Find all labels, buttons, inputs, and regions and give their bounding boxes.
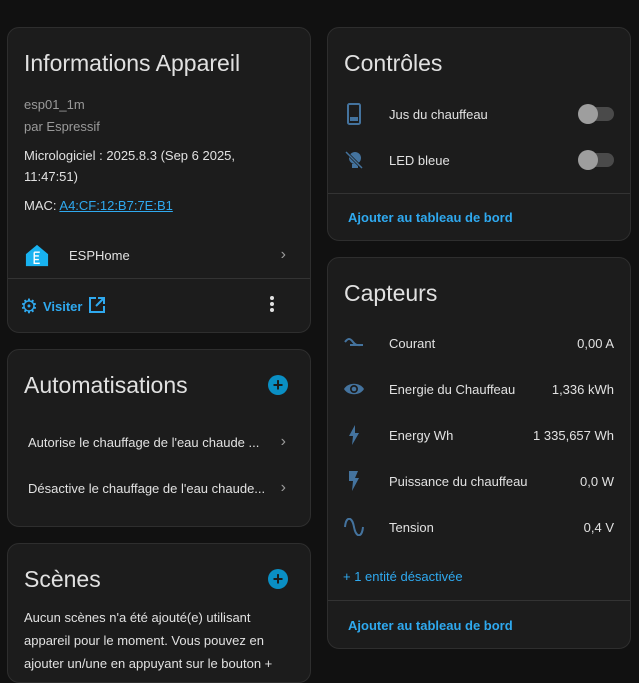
sensor-value: 0,4 V [583, 519, 614, 535]
sensors-card: Capteurs Courant 0,00 A Energie du Chauf… [327, 257, 631, 649]
toggle-switch[interactable] [578, 104, 614, 124]
divider [8, 278, 310, 279]
add-to-dashboard-button[interactable]: Ajouter au tableau de bord [348, 618, 513, 633]
sensor-value: 0,0 W [580, 473, 614, 489]
card-title: Informations Appareil [24, 50, 241, 76]
mac-row: MAC: A4:CF:12:B7:7E:B1 [24, 198, 173, 213]
sensor-row[interactable]: Puissance du chauffeau 0,0 W [328, 461, 630, 501]
sensor-label: Energie du Chauffeau [389, 381, 516, 397]
esphome-icon [25, 243, 49, 267]
integration-label: ESPHome [69, 247, 130, 263]
flash-icon [342, 469, 366, 493]
control-label: LED bleue [389, 152, 450, 168]
sensor-label: Energy Wh [389, 427, 454, 443]
card-title: Capteurs [344, 280, 438, 306]
add-scene-button[interactable]: + [268, 569, 288, 589]
more-options-icon[interactable] [270, 296, 274, 312]
mac-link[interactable]: A4:CF:12:B7:7E:B1 [59, 198, 172, 213]
automation-label: Désactive le chauffage de l'eau chaude..… [28, 480, 266, 496]
firmware-line1: Micrologiciel : 2025.8.3 (Sep 6 2025, [24, 148, 236, 163]
sine-wave-icon [342, 515, 366, 539]
control-label: Jus du chauffeau [389, 106, 488, 122]
mac-label: MAC: [24, 198, 57, 213]
eye-icon [342, 377, 366, 401]
chevron-right-icon: › [280, 479, 286, 496]
card-title: Contrôles [344, 50, 443, 76]
visit-label: Visiter [42, 299, 83, 314]
sensor-label: Courant [389, 335, 436, 351]
divider [328, 600, 630, 601]
device-model: esp01_1m [24, 97, 85, 112]
disabled-entities-link[interactable]: + 1 entité désactivée [343, 569, 463, 584]
sensor-row[interactable]: Tension 0,4 V [328, 507, 630, 547]
device-manufacturer: par Espressif [24, 119, 100, 134]
automation-label: Autorise le chauffage de l'eau chaude ..… [28, 434, 260, 450]
scenes-empty-text: Aucun scènes n'a été ajouté(e) utilisant… [24, 610, 273, 671]
scenes-card: Scènes + Aucun scènes n'a été ajouté(e) … [7, 543, 311, 683]
sensor-row[interactable]: Energy Wh 1 335,657 Wh [328, 415, 630, 455]
sensor-row[interactable]: Energie du Chauffeau 1,336 kWh [328, 369, 630, 409]
open-external-icon [87, 295, 107, 318]
visit-button[interactable]: ⚙ Visiter [20, 294, 107, 319]
automations-card: Automatisations + Autorise le chauffage … [7, 349, 311, 527]
sensor-value: 0,00 A [577, 335, 614, 351]
toggle-switch[interactable] [578, 150, 614, 170]
card-title: Automatisations [24, 372, 188, 398]
lightbulb-off-icon [342, 148, 366, 172]
automation-item[interactable]: Désactive le chauffage de l'eau chaude..… [8, 468, 310, 508]
controls-card: Contrôles Jus du chauffeau LED bleue Ajo… [327, 27, 631, 241]
switch-device-icon [342, 102, 366, 126]
control-row: LED bleue [328, 140, 630, 180]
sensor-value: 1 335,657 Wh [533, 427, 614, 443]
chevron-right-icon: › [280, 246, 286, 263]
automation-item[interactable]: Autorise le chauffage de l'eau chaude ..… [8, 422, 310, 462]
lightning-bolt-icon [342, 423, 366, 447]
chevron-right-icon: › [280, 433, 286, 450]
firmware-line2: 11:47:51) [24, 169, 78, 184]
gear-icon: ⚙ [20, 296, 38, 318]
divider [328, 193, 630, 194]
control-row: Jus du chauffeau [328, 94, 630, 134]
add-to-dashboard-button[interactable]: Ajouter au tableau de bord [348, 210, 513, 225]
sensor-value: 1,336 kWh [551, 381, 614, 397]
current-ac-icon [342, 331, 366, 355]
sensor-label: Puissance du chauffeau [389, 473, 528, 489]
sensor-row[interactable]: Courant 0,00 A [328, 323, 630, 363]
add-automation-button[interactable]: + [268, 375, 288, 395]
card-title: Scènes [24, 566, 101, 592]
sensor-label: Tension [389, 519, 434, 535]
integration-row[interactable]: ESPHome › [8, 235, 310, 275]
device-info-card: Informations Appareil esp01_1m par Espre… [7, 27, 311, 333]
